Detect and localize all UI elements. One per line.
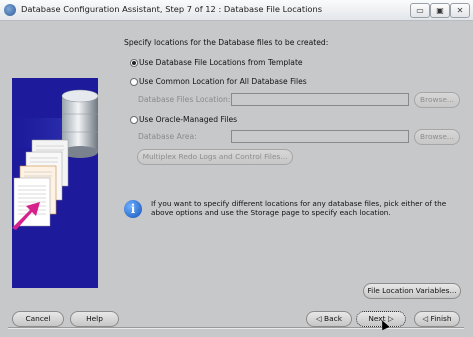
database-files-location-label: Database Files Location: [138,95,231,104]
back-button[interactable]: ◁ Back [306,311,352,327]
file-location-variables-button[interactable]: File Location Variables... [363,283,461,299]
back-button-label: Back [324,314,342,323]
radio-use-template[interactable] [130,59,138,67]
radio-common-location-label[interactable]: Use Common Location for All Database Fil… [139,77,307,86]
cancel-button[interactable]: Cancel [12,311,64,327]
minimize-button[interactable]: ▭ [410,3,430,18]
radio-oracle-managed-label[interactable]: Use Oracle-Managed Files [139,115,237,124]
database-files-illustration [12,78,98,288]
maximize-button[interactable]: ▣ [430,3,450,18]
title-bar[interactable]: Database Configuration Assistant, Step 7… [0,0,473,21]
finish-button[interactable]: ◁ Finish [414,311,460,327]
back-arrow-icon: ◁ [316,314,322,323]
page-heading: Specify locations for the Database files… [124,38,329,47]
footer-separator [8,327,464,329]
wizard-body: Specify locations for the Database files… [0,21,473,337]
radio-use-template-label[interactable]: Use Database File Locations from Templat… [139,58,303,67]
database-area-field[interactable] [231,130,409,143]
info-message: If you want to specify different locatio… [151,199,447,218]
illustration-art [12,89,98,230]
next-arrow-icon: ▷ [387,314,394,323]
database-files-location-field[interactable] [231,93,409,106]
database-area-label: Database Area: [138,132,197,141]
browse-database-area-button[interactable]: Browse... [414,129,460,145]
window-title: Database Configuration Assistant, Step 7… [21,4,323,14]
dbca-window: Database Configuration Assistant, Step 7… [0,0,473,337]
close-button[interactable]: ✕ [450,3,470,18]
radio-common-location[interactable] [130,78,138,86]
radio-oracle-managed[interactable] [130,116,138,124]
help-button[interactable]: Help [70,311,119,327]
finish-button-label: Finish [430,314,452,323]
dbca-app-icon [4,4,16,16]
browse-files-location-button[interactable]: Browse... [414,92,460,108]
info-icon: i [124,200,142,218]
finish-arrow-icon: ◁ [422,314,429,323]
multiplex-redo-logs-button[interactable]: Multiplex Redo Logs and Control Files... [137,149,293,165]
